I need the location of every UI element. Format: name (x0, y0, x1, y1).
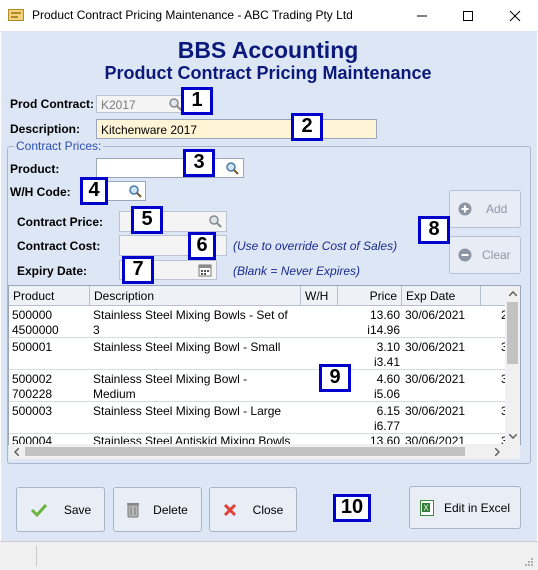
cell-product: 500000 4500000 (12, 308, 59, 337)
callout-badge-4: 4 (80, 177, 108, 205)
scrollbar-corner (505, 444, 520, 459)
expiry-date-note: (Blank = Never Expires) (233, 264, 361, 278)
column-header-wh[interactable]: W/H (301, 286, 338, 306)
close-button[interactable]: Close (209, 487, 297, 532)
maximize-icon (463, 10, 473, 21)
cell-description: Stainless Steel Mixing Bowl - Large (93, 404, 282, 418)
save-button[interactable]: Save (16, 487, 105, 532)
column-header-product[interactable]: Product (9, 286, 90, 306)
scroll-up-arrow-icon[interactable] (505, 286, 520, 301)
prod-contract-label: Prod Contract: (10, 97, 94, 111)
product-input[interactable] (96, 158, 244, 178)
contract-prices-group-label: Contract Prices: (14, 139, 104, 153)
minimize-icon (417, 15, 427, 16)
horizontal-scrollbar[interactable] (9, 444, 505, 459)
vertical-scrollbar[interactable] (505, 286, 520, 444)
window-title: Product Contract Pricing Maintenance - A… (32, 8, 353, 22)
vertical-scroll-thumb[interactable] (507, 302, 518, 364)
company-title: BBS Accounting (177, 37, 359, 63)
edit-in-excel-button[interactable]: X Edit in Excel (409, 486, 521, 529)
cell-price: 13.60 i14.96 (367, 308, 400, 337)
magnifier-icon[interactable] (225, 161, 239, 175)
magnifier-icon[interactable] (128, 184, 142, 198)
contract-prices-table[interactable]: Product Description W/H Price Exp Date 5… (8, 285, 521, 445)
product-value (97, 159, 243, 163)
status-divider (36, 546, 37, 566)
title-bar[interactable]: Product Contract Pricing Maintenance - A… (0, 0, 538, 32)
svg-text:X: X (423, 503, 429, 512)
callout-badge-5: 5 (131, 206, 163, 234)
cell-exp-date: 30/06/2021 (405, 372, 466, 386)
description-input[interactable]: Kitchenware 2017 (96, 119, 377, 139)
cell-exp-date: 30/06/2021 (405, 340, 466, 354)
checkmark-icon (30, 502, 48, 518)
plus-circle-icon (458, 202, 472, 216)
minimize-button[interactable] (399, 0, 445, 31)
description-label: Description: (10, 122, 81, 136)
wh-code-label: W/H Code: (10, 185, 71, 199)
scroll-down-arrow-icon[interactable] (505, 429, 520, 444)
contract-cost-note: (Use to override Cost of Sales) (233, 239, 398, 253)
magnifier-icon[interactable] (208, 214, 222, 228)
cell-exp-date: 30/06/2021 (405, 308, 466, 322)
callout-badge-1: 1 (181, 87, 213, 115)
callout-badge-10: 10 (333, 494, 371, 522)
maximize-button[interactable] (445, 0, 491, 31)
calendar-icon[interactable] (198, 263, 212, 277)
description-value: Kitchenware 2017 (101, 123, 198, 137)
resize-grip-icon[interactable] (524, 556, 534, 566)
table-row[interactable]: 500003 Stainless Steel Mixing Bowl - Lar… (9, 402, 508, 434)
cell-description: Stainless Steel Mixing Bowl - Small (93, 340, 281, 354)
callout-badge-6: 6 (188, 232, 216, 260)
status-bar (0, 541, 538, 570)
table-row[interactable]: 500001 Stainless Steel Mixing Bowl - Sma… (9, 338, 508, 370)
edit-in-excel-button-label: Edit in Excel (443, 500, 511, 515)
column-header-description[interactable]: Description (90, 286, 301, 306)
cell-product: 500003 (12, 404, 53, 418)
contract-cost-label: Contract Cost: (17, 239, 101, 253)
cell-product: 500001 (12, 340, 53, 354)
close-button-label: Close (252, 502, 284, 517)
callout-badge-8: 8 (418, 216, 450, 244)
trash-icon (127, 502, 140, 518)
excel-icon: X (419, 499, 434, 516)
delete-button-label: Delete (153, 502, 188, 517)
clear-button[interactable]: Clear (449, 236, 521, 274)
column-header-price[interactable]: Price (338, 286, 402, 306)
cell-exp-date: 30/06/2021 (405, 404, 466, 418)
table-row[interactable]: 500000 4500000 Stainless Steel Mixing Bo… (9, 306, 508, 338)
contract-price-label: Contract Price: (17, 215, 104, 229)
minus-circle-icon (458, 248, 472, 262)
add-button[interactable]: Add (449, 190, 521, 228)
magnifier-icon[interactable] (168, 97, 182, 111)
table-row[interactable]: 500002 700228 Stainless Steel Mixing Bow… (9, 370, 508, 402)
close-window-button[interactable] (492, 0, 538, 31)
expiry-date-label: Expiry Date: (17, 264, 88, 278)
page-subtitle: Product Contract Pricing Maintenance (104, 63, 432, 83)
column-header-exp-date[interactable]: Exp Date (402, 286, 481, 306)
app-icon (8, 8, 24, 22)
callout-badge-3: 3 (183, 149, 215, 177)
clear-button-label: Clear (482, 248, 511, 262)
add-button-label: Add (486, 202, 508, 216)
product-label: Product: (10, 162, 60, 176)
cell-description: Stainless Steel Mixing Bowl - Medium (93, 372, 248, 401)
callout-badge-9: 9 (319, 364, 351, 392)
scroll-right-arrow-icon[interactable] (490, 444, 505, 459)
cell-price: 6.15 i6.77 (373, 404, 400, 433)
delete-button[interactable]: Delete (113, 487, 202, 532)
scroll-left-arrow-icon[interactable] (9, 444, 24, 459)
cell-product: 500002 700228 (12, 372, 53, 401)
callout-badge-7: 7 (122, 256, 154, 284)
cell-description: Stainless Steel Mixing Bowls - Set of 3 (93, 308, 288, 337)
horizontal-scroll-thumb[interactable] (25, 447, 465, 456)
close-icon (509, 10, 521, 21)
save-button-label: Save (63, 502, 92, 517)
callout-badge-2: 2 (291, 113, 323, 141)
x-icon (223, 503, 237, 517)
